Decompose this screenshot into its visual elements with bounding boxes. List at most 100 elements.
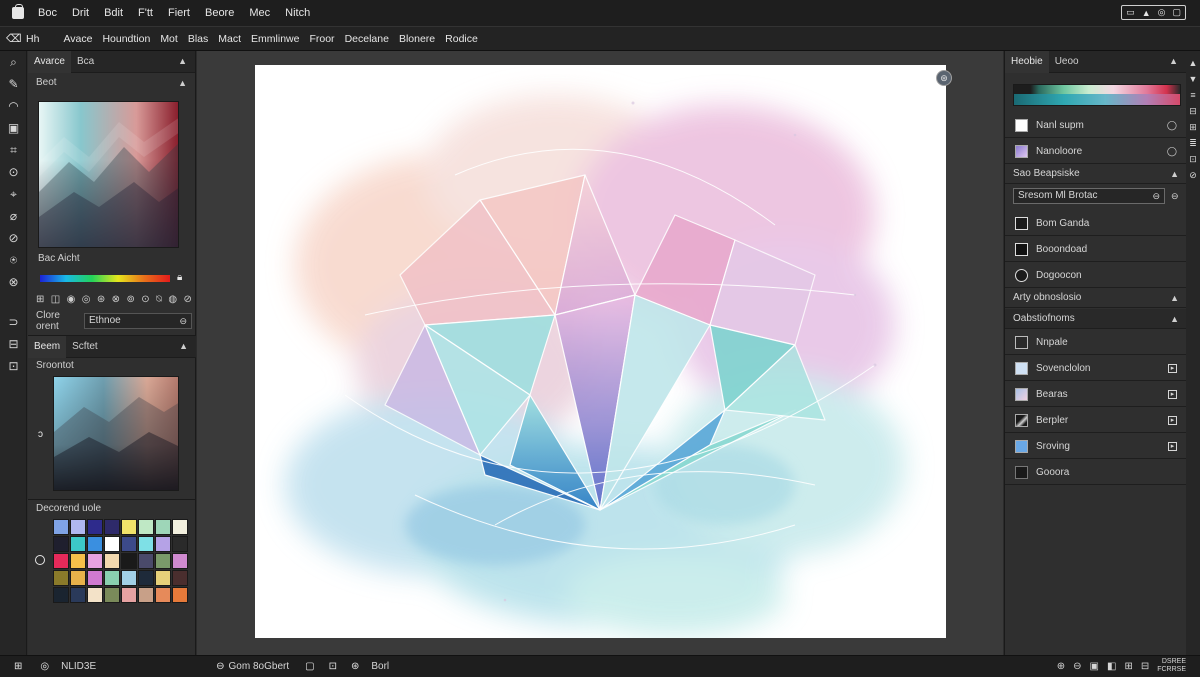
scroll-up-icon[interactable]: ▲ <box>1186 55 1200 71</box>
color-swatch[interactable] <box>70 519 86 535</box>
color-swatch[interactable] <box>53 519 69 535</box>
layer-row[interactable]: Nanl supm ◯ <box>1005 113 1187 138</box>
mode-icon-10[interactable]: ◍ <box>168 294 177 305</box>
color-swatch[interactable] <box>172 536 188 552</box>
new-layer-icon[interactable]: ⊡ <box>1186 151 1200 167</box>
color-swatch[interactable] <box>155 519 171 535</box>
filter-input[interactable]: Sresom Ml Brotac ⊖ <box>1013 188 1165 204</box>
color-swatch[interactable] <box>138 536 154 552</box>
option-5[interactable]: Mact <box>218 33 241 45</box>
color-swatch[interactable] <box>155 553 171 569</box>
color-swatch[interactable] <box>155 570 171 586</box>
add-swatch-icon[interactable] <box>35 555 45 565</box>
color-swatch[interactable] <box>87 553 103 569</box>
share-icon[interactable]: ▲ <box>1142 8 1151 18</box>
menu-item-5[interactable]: Fiert <box>168 7 190 19</box>
color-swatch[interactable] <box>104 570 120 586</box>
shape-tool-icon[interactable]: ⊟ <box>0 333 27 355</box>
option-7[interactable]: Froor <box>309 33 334 45</box>
workspace-icon[interactable]: ▭ <box>1126 7 1135 18</box>
mode-icon-8[interactable]: ⊙ <box>141 294 149 305</box>
grid-view-icon[interactable]: ⊞ <box>1124 661 1132 672</box>
maximize-icon[interactable]: ▢ <box>1172 7 1181 18</box>
document-icon[interactable]: ⊖ <box>216 661 224 672</box>
section-collapse-icon[interactable]: ▲ <box>178 73 187 93</box>
color-swatch[interactable] <box>121 570 137 586</box>
mode-icon-7[interactable]: ⊚ <box>126 294 134 305</box>
options-preset-label[interactable]: Hh <box>26 33 39 45</box>
zoom-level[interactable]: NLID3E <box>61 661 96 672</box>
color-swatch[interactable] <box>70 570 86 586</box>
expand-icon[interactable]: ▸ <box>1168 441 1177 451</box>
mode-icon-6[interactable]: ⊗ <box>112 294 120 305</box>
color-swatch[interactable] <box>121 536 137 552</box>
color-swatch[interactable] <box>172 553 188 569</box>
color-swatch[interactable] <box>172 587 188 603</box>
mode-icon-3[interactable]: ◉ <box>67 294 76 305</box>
adjustments-icon[interactable]: ≣ <box>1186 135 1200 151</box>
pen-tool-icon[interactable]: ⊗ <box>0 271 27 293</box>
gradient-bar[interactable] <box>1013 84 1181 106</box>
color-swatch[interactable] <box>87 536 103 552</box>
sync-icon[interactable]: ⊛ <box>351 661 359 672</box>
color-swatch[interactable] <box>138 553 154 569</box>
hue-slider[interactable] <box>40 275 170 282</box>
menu-item-2[interactable]: Drit <box>72 7 89 19</box>
color-swatch[interactable] <box>121 587 137 603</box>
tab-color[interactable]: Avarce <box>28 50 71 73</box>
menu-item-6[interactable]: Beore <box>205 7 234 19</box>
expand-icon[interactable]: ▸ <box>1168 415 1177 425</box>
color-swatch[interactable] <box>104 519 120 535</box>
menu-item-1[interactable]: Boc <box>38 7 57 19</box>
search-tool-icon[interactable]: ⌕ <box>0 51 27 73</box>
color-swatch[interactable] <box>172 519 188 535</box>
collapse-icon[interactable]: ▲ <box>178 56 187 66</box>
pencil-tool-icon[interactable]: ✎ <box>0 73 27 95</box>
dodge-tool-icon[interactable]: ⍟ <box>0 249 27 271</box>
split-icon[interactable]: ◧ <box>1107 661 1116 672</box>
tab-gradient[interactable]: Beem <box>28 335 67 358</box>
layer-row[interactable]: Sovenclolon ▸ <box>1005 356 1187 381</box>
canvas-settings-icon[interactable]: ⊛ <box>936 70 952 86</box>
color-swatch[interactable] <box>70 536 86 552</box>
mode-icon-5[interactable]: ⊛ <box>97 294 105 305</box>
color-swatch[interactable] <box>121 553 137 569</box>
color-swatch[interactable] <box>172 570 188 586</box>
color-swatch[interactable] <box>104 536 120 552</box>
right-collapse-icon[interactable]: ▲ <box>1169 56 1178 66</box>
mode-icon-2[interactable]: ◫ <box>51 294 60 305</box>
color-swatch[interactable] <box>138 519 154 535</box>
option-6[interactable]: Emmlinwe <box>251 33 299 45</box>
color-swatch[interactable] <box>138 570 154 586</box>
mode-icon-1[interactable]: ⊞ <box>36 294 44 305</box>
zoom-in-icon[interactable]: ⊕ <box>1057 661 1065 672</box>
color-swatch[interactable] <box>104 553 120 569</box>
zoom-out-icon[interactable]: ⊖ <box>1073 661 1081 672</box>
chevron-down-icon[interactable]: ⊖ <box>179 314 187 328</box>
tab-settings[interactable]: Scftet <box>66 336 104 358</box>
stamp-tool-icon[interactable]: ⌖ <box>0 183 27 205</box>
color-swatch[interactable] <box>53 587 69 603</box>
cloud-icon[interactable]: ◎ <box>1158 7 1166 18</box>
layer-row[interactable]: Nnpale <box>1005 330 1187 355</box>
reset-icon[interactable]: ↄ <box>38 429 43 440</box>
color-swatch[interactable] <box>70 553 86 569</box>
export-icon[interactable]: ⊡ <box>329 661 337 672</box>
tab-layers[interactable]: Heobie <box>1005 50 1049 73</box>
color-swatch[interactable] <box>70 587 86 603</box>
option-4[interactable]: Blas <box>188 33 208 45</box>
layer-row[interactable]: Berpler ▸ <box>1005 408 1187 433</box>
layer-row[interactable]: Gooora <box>1005 460 1187 485</box>
lock-icon[interactable]: 🔒︎ <box>177 272 182 283</box>
color-swatch[interactable] <box>87 570 103 586</box>
record-icon[interactable]: ◎ <box>40 661 49 672</box>
layer-mask-icon[interactable]: ⊟ <box>1186 103 1200 119</box>
color-swatch[interactable] <box>155 587 171 603</box>
layer-row[interactable]: Booondoad <box>1005 237 1187 262</box>
section-collapse-icon[interactable]: ▲ <box>1170 164 1179 184</box>
option-3[interactable]: Mot <box>160 33 178 45</box>
mode-icon-9[interactable]: ⍉ <box>156 294 162 305</box>
scroll-down-icon[interactable]: ▼ <box>1186 71 1200 87</box>
layer-row[interactable]: Sroving ▸ <box>1005 434 1187 459</box>
fit-icon[interactable]: ▣ <box>1090 661 1099 672</box>
